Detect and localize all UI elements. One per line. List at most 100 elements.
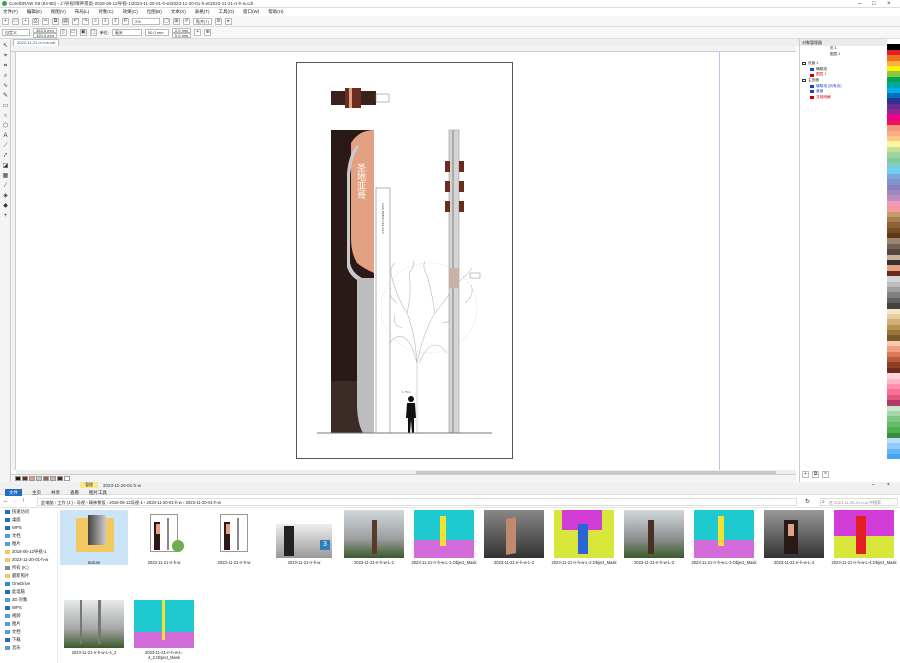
menu-edit[interactable]: 编辑(E) <box>27 9 42 15</box>
color-swatch[interactable] <box>57 476 63 481</box>
snap-to-dropdown[interactable]: 贴齐(T) <box>193 17 213 25</box>
file-item[interactable]: 2023-11-21-rr-h-w-L-4.Object_Mask <box>830 510 898 565</box>
forward-arrow-icon[interactable]: → <box>12 498 18 504</box>
menu-table[interactable]: 表格(T) <box>195 9 210 15</box>
color-swatch[interactable] <box>15 476 21 481</box>
file-item[interactable]: 2023-11-21-rr-h-w-L-4_2 <box>60 600 128 655</box>
menu-file[interactable]: 文件(F) <box>3 9 18 15</box>
breadcrumb-item[interactable]: 2018-06-12导视-1 <box>109 500 143 505</box>
nav-item[interactable]: WPS <box>0 604 57 612</box>
import-icon[interactable]: ⇩ <box>102 17 109 25</box>
nav-item[interactable]: 2018-06-12导视-1 <box>0 548 57 556</box>
minimize-icon[interactable]: – <box>858 0 861 8</box>
drop-shadow-icon[interactable]: ◪ <box>2 163 9 170</box>
ribbon-tab-picture-tools[interactable]: 图片工具 <box>89 490 107 496</box>
back-arrow-icon[interactable]: ← <box>3 498 9 504</box>
eyedropper-icon[interactable]: ⁄ <box>2 183 9 190</box>
color-swatch[interactable] <box>29 476 35 481</box>
all-pages-icon[interactable]: ▣ <box>79 29 87 36</box>
treat-as-filled-icon[interactable]: ⊕ <box>204 29 212 36</box>
document-tab[interactable]: 2023-11-21-rr-h-w.cdr <box>13 39 60 46</box>
paste-icon[interactable]: ▤ <box>62 17 69 25</box>
open-icon[interactable]: ▭ <box>12 17 19 25</box>
breadcrumb-item[interactable]: 2023-11-20-01-h-w <box>186 500 221 505</box>
new-document-icon[interactable]: + <box>2 17 9 25</box>
file-item[interactable]: 2023-11-21-rr-h-w-L-2 <box>480 510 548 565</box>
transparency-icon[interactable]: ▦ <box>2 173 9 180</box>
undo-icon[interactable]: ↶ <box>72 17 79 25</box>
smart-fill-icon[interactable]: ◆ <box>2 203 9 210</box>
interactive-fill-icon[interactable]: ◈ <box>2 193 9 200</box>
nav-item[interactable]: 图片 <box>0 620 57 628</box>
color-swatch[interactable] <box>887 454 900 460</box>
ribbon-tab-file[interactable]: 文件 <box>5 489 22 496</box>
nav-item[interactable]: 文档 <box>0 628 57 636</box>
breadcrumb-item[interactable]: 晴神景饭 <box>89 500 106 505</box>
artistic-media-icon[interactable]: ✎ <box>2 93 9 100</box>
nav-item[interactable]: 文档 <box>0 532 57 540</box>
freehand-tool-icon[interactable]: ∿ <box>2 83 9 90</box>
polygon-tool-icon[interactable]: ⬡ <box>2 123 9 130</box>
menu-object[interactable]: 对象(C) <box>98 9 113 15</box>
nav-item[interactable]: 音乐 <box>0 644 57 652</box>
file-item[interactable]: 2023-11-21-rr-h-w-L-4 <box>760 510 828 565</box>
explorer-close-icon[interactable]: × <box>887 482 890 488</box>
breadcrumb-item[interactable]: 2023-11-20-01-h-w <box>147 500 182 505</box>
color-swatch[interactable] <box>64 476 70 481</box>
zoom-level-select[interactable]: 2% <box>132 17 160 25</box>
pick-tool-icon[interactable]: ↖ <box>2 43 9 50</box>
options-gear-icon[interactable]: ⚙ <box>215 17 223 25</box>
connector-tool-icon[interactable]: ⤤ <box>2 153 9 160</box>
publish-pdf-icon[interactable]: P <box>122 17 129 25</box>
nav-item[interactable]: 快速访问 <box>0 508 57 516</box>
page-height-field[interactable]: 120.0 mm <box>33 32 57 38</box>
menu-bitmaps[interactable]: 位图(B) <box>147 9 162 15</box>
file-item[interactable]: 2023-11-21-rr-h-w <box>130 510 198 565</box>
zoom-tool-icon[interactable]: ⌕ <box>2 73 9 80</box>
color-swatch[interactable] <box>50 476 56 481</box>
copy-icon[interactable]: ⧉ <box>52 17 59 25</box>
file-item[interactable]: 3 2023-11-21-rr-h-w <box>270 510 338 565</box>
new-layer-icon[interactable]: + <box>802 471 809 478</box>
add-page-icon[interactable]: + <box>194 29 202 36</box>
file-item[interactable]: 2023-11-21-rr-h-w-L-3.Object_Mask <box>690 510 758 565</box>
paper-type-select[interactable]: 自定义 <box>2 29 30 36</box>
print-icon[interactable]: ⎙ <box>32 17 39 25</box>
nav-item[interactable]: 桌面 <box>0 516 57 524</box>
full-screen-icon[interactable]: ▢ <box>163 17 170 25</box>
nav-item[interactable]: 下载 <box>0 636 57 644</box>
file-item[interactable]: 2023-11-21-rr-h-w-L-1 <box>340 510 408 565</box>
launch-icon[interactable]: ▸ <box>225 17 233 25</box>
menu-view[interactable]: 视图(V) <box>51 9 66 15</box>
breadcrumb[interactable]: 此电脑 › 工作 (J:) › 导视 › 晴神景饭 › 2018-06-12导视… <box>37 498 797 506</box>
menu-text[interactable]: 文本(X) <box>171 9 186 15</box>
duplicate-y-field[interactable]: 0.0 mm <box>171 32 192 38</box>
menu-tools[interactable]: 工具(O) <box>219 9 235 15</box>
file-item[interactable]: 2023-11-21-rr-h-w-L-1.Object_Mask <box>410 510 478 565</box>
export-icon[interactable]: ⇧ <box>112 17 119 25</box>
units-select[interactable]: 毫米 <box>111 29 142 36</box>
nav-item[interactable]: 3D 对象 <box>0 596 57 604</box>
rectangle-tool-icon[interactable]: ▭ <box>2 103 9 110</box>
save-icon[interactable]: ▪ <box>22 17 29 25</box>
cut-icon[interactable]: ✂ <box>42 17 49 25</box>
search-content-icon[interactable]: ⌕ <box>92 17 99 25</box>
color-swatch[interactable] <box>43 476 49 481</box>
crop-tool-icon[interactable]: ⌗ <box>2 63 9 70</box>
nav-item[interactable]: 所有 (K:) <box>0 564 57 572</box>
rulers-icon[interactable]: ⊞ <box>173 17 180 25</box>
file-item[interactable]: 2023-11-21-rr-h-w-L-4_2.Object_Mask <box>130 600 198 660</box>
nav-item[interactable]: 视频 <box>0 612 57 620</box>
manage-tab[interactable]: 管理 <box>80 482 98 488</box>
redo-icon[interactable]: ↷ <box>82 17 89 25</box>
file-item[interactable]: 2023-11-21-rr-h-w-L-2.Object_Mask <box>550 510 618 565</box>
breadcrumb-item[interactable]: 导视 <box>77 500 85 505</box>
nav-item[interactable]: 最新照片 <box>0 572 57 580</box>
color-swatch[interactable] <box>22 476 28 481</box>
close-icon[interactable]: × <box>887 0 891 8</box>
shape-tool-icon[interactable]: ⌖ <box>2 53 9 60</box>
vertical-guideline[interactable] <box>719 52 720 470</box>
refresh-icon[interactable]: ↻ <box>805 498 810 505</box>
current-page-icon[interactable]: ▢ <box>89 29 97 36</box>
grid-icon[interactable]: # <box>183 17 190 25</box>
